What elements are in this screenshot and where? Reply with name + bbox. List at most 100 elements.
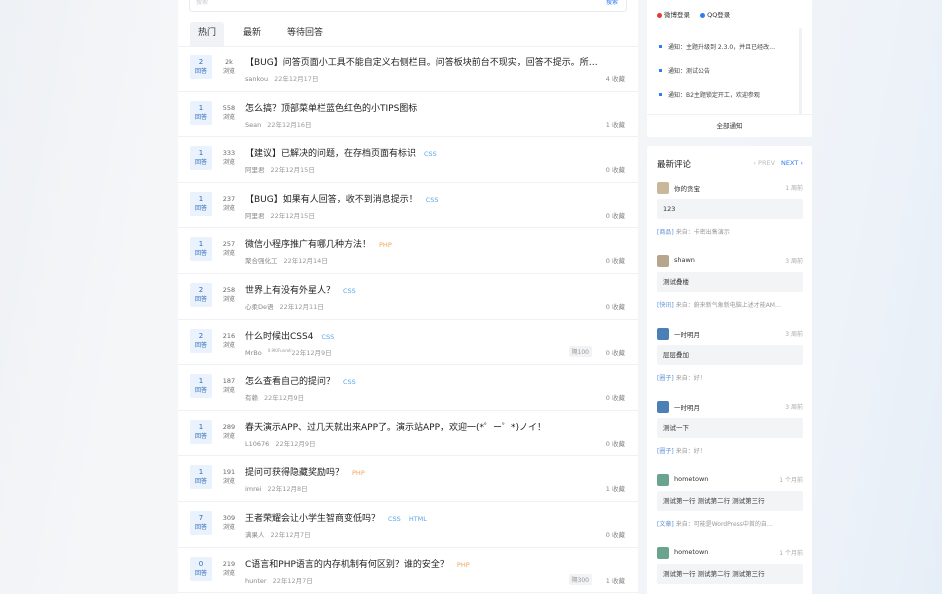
notice-scrollbar[interactable] [799,28,802,114]
comment-text[interactable]: 123 [657,199,803,219]
avatar[interactable] [657,474,669,486]
author-name[interactable]: imrei [245,485,261,493]
favorite-count[interactable]: 0 收藏 [606,529,625,539]
question-title[interactable]: 春天演示APP、过几天就出来APP了。演示站APP，欢迎一(*゜ー゜*)ノイ！ [245,423,546,433]
author-name[interactable]: 满果人 [245,531,265,539]
comment-text[interactable]: 测试一下 [657,418,803,438]
question-row[interactable]: 1 回答 333 浏览 【建议】已解决的问题，在存档页面有标识 CSS 阿里君 22年12月1… [178,137,638,183]
next-button[interactable]: NEXT › [781,159,803,167]
weibo-login-link[interactable]: 微博登录 [657,11,692,19]
question-row[interactable]: 1 回答 187 浏览 怎么查看自己的提问？ CSS 有赖 22年12月9日 0 收藏 [178,365,638,411]
favorite-count[interactable]: 0 收藏 [606,438,625,448]
commenter-name[interactable]: 你的贪宝 [674,183,700,193]
avatar[interactable] [657,255,669,267]
question-row[interactable]: 2 回答 216 浏览 什么时候出CSS4 CSS MrBo 0.9K/Funroll22年1… [178,320,638,366]
author-name[interactable]: 心柔De语 [245,303,274,311]
notice-item[interactable]: 通知：B2主题锁定开工，欢迎参观 [659,90,795,99]
comment-source[interactable]: [圈子] 来自：好！ [657,373,803,382]
question-row[interactable]: 2 回答 2k 浏览 【BUG】问答页面小工具不能自定义右侧栏目。问答板块前台不现实，回… [178,46,638,92]
notice-item[interactable]: 通知：测试公告 [659,66,795,75]
comment-source[interactable]: [圈子] 来自：好！ [657,446,803,455]
question-title[interactable]: 世界上有没有外星人？ [245,286,335,296]
commenter-name[interactable]: hometown [674,548,708,556]
question-title[interactable]: 【BUG】问答页面小工具不能自定义右侧栏目。问答板块前台不现实，回答不提示。所… [245,58,598,68]
favorite-count[interactable]: 0 收藏 [606,255,625,265]
comment-source[interactable]: [快讯] 来自：蔚来新气象新电脑上述才能AM… [657,300,803,309]
avatar[interactable] [657,328,669,340]
tab-hot[interactable]: 热门 [190,22,225,46]
favorite-count[interactable]: 0 收藏 [606,392,625,402]
question-tag[interactable]: HTML [409,515,427,523]
question-row[interactable]: 0 回答 219 浏览 C语言和PHP语言的内存机制有何区别？谁的安全？ PHP hunte… [178,548,638,594]
commenter-name[interactable]: hometown [674,475,708,483]
author-name[interactable]: 聚合强化工 [245,257,278,265]
question-date: 22年12月9日 [291,348,332,357]
avatar[interactable] [657,182,669,194]
avatar[interactable] [657,401,669,413]
favorite-count[interactable]: 0 收藏 [606,301,625,311]
favorite-count[interactable]: 1 收藏 [606,575,625,585]
favorite-count[interactable]: 0 收藏 [606,210,625,220]
question-tag[interactable]: CSS [426,196,439,204]
question-title[interactable]: 怎么搞？顶部菜单栏蓝色红色的小TIPS图标 [245,104,417,114]
author-name[interactable]: 阿里君 [245,212,265,220]
tab-waiting[interactable]: 等待回答 [279,22,331,46]
search-button[interactable]: 搜索 [606,0,618,6]
author-name[interactable]: L10676 [245,440,269,448]
comment-text[interactable]: 测试叠楼 [657,272,803,292]
question-tag[interactable]: CSS [321,333,334,341]
favorite-count[interactable]: 0 收藏 [606,347,625,357]
question-row[interactable]: 1 回答 237 浏览 【BUG】如果有人回答，收不到消息提示！ CSS 阿里君 22年12月… [178,183,638,229]
question-title[interactable]: 怎么查看自己的提问？ [245,377,335,387]
all-notices-link[interactable]: 全部通知 [647,114,812,138]
question-tag[interactable]: CSS [388,515,401,523]
question-title[interactable]: 王者荣耀会让小学生智商变低吗？ [245,514,380,524]
view-count-box: 219 浏览 [218,557,240,581]
question-row[interactable]: 1 回答 257 浏览 微信小程序推广有哪几种方法！ PHP 聚合强化工 22年12月14日 0… [178,228,638,274]
question-tag[interactable]: PHP [457,561,470,569]
bullet-icon [659,93,662,96]
favorite-count[interactable]: 1 收藏 [606,119,625,129]
favorite-count[interactable]: 4 收藏 [606,73,625,83]
question-tag[interactable]: PHP [379,241,392,249]
comment-text[interactable]: 测试第一行 测试第二行 测试第三行 [657,564,803,584]
answer-count: 1 [198,422,204,431]
author-name[interactable]: hunter [245,577,267,585]
commenter-name[interactable]: shawn [674,256,695,264]
question-title[interactable]: 提问可获得隐藏奖励吗？ [245,468,344,478]
comment-text[interactable]: 层层叠加 [657,345,803,365]
qq-login-link[interactable]: QQ登录 [700,11,730,19]
commenter-name[interactable]: 一时明月 [674,402,700,412]
commenter-name[interactable]: 一时明月 [674,329,700,339]
author-name[interactable]: sankou [245,75,268,83]
question-tag[interactable]: CSS [343,378,356,386]
author-name[interactable]: Sean [245,121,261,129]
question-tag[interactable]: CSS [343,287,356,295]
comment-source[interactable]: [文章] 来自：可能是WordPress中首的自… [657,519,803,528]
question-row[interactable]: 2 回答 258 浏览 世界上有没有外星人？ CSS 心柔De语 22年12月11日 0 收藏 [178,274,638,320]
author-name[interactable]: MrBo [245,349,262,357]
question-row[interactable]: 1 回答 289 浏览 春天演示APP、过几天就出来APP了。演示站APP，欢迎一(*゜… [178,411,638,457]
comment-source[interactable]: [商品] 来自：卡密出售演示 [657,227,803,236]
question-row[interactable]: 7 回答 309 浏览 王者荣耀会让小学生智商变低吗？ CSS HTML 满果人 22年12月7… [178,502,638,548]
question-row[interactable]: 1 回答 191 浏览 提问可获得隐藏奖励吗？ PHP imrei 22年12月8日 1 收藏 [178,456,638,502]
question-tag[interactable]: CSS [424,150,437,158]
search-input[interactable]: 搜索 搜索 [189,0,627,12]
question-title[interactable]: 微信小程序推广有哪几种方法！ [245,240,371,250]
avatar[interactable] [657,547,669,559]
question-list-panel: 搜索 搜索 热门 最新 等待回答 2 回答 2k 浏览 【BUG】问答页面小工具不能自定… [178,0,638,594]
question-title[interactable]: C语言和PHP语言的内存机制有何区别？谁的安全？ [245,560,449,570]
comment-text[interactable]: 测试第一行 测试第二行 测试第三行 [657,491,803,511]
question-title[interactable]: 【BUG】如果有人回答，收不到消息提示！ [245,195,418,205]
question-title[interactable]: 什么时候出CSS4 [245,332,313,342]
notice-item[interactable]: 通知：主题升级到 2.3.0，并且已经改… [659,42,795,51]
question-title[interactable]: 【建议】已解决的问题，在存档页面有标识 [245,149,416,159]
question-row[interactable]: 1 回答 558 浏览 怎么搞？顶部菜单栏蓝色红色的小TIPS图标 Sean 22年12月1… [178,92,638,138]
favorite-count[interactable]: 1 收藏 [606,483,625,493]
question-tag[interactable]: PHP [352,469,365,477]
author-name[interactable]: 有赖 [245,394,258,402]
favorite-count[interactable]: 0 收藏 [606,164,625,174]
author-name[interactable]: 阿里君 [245,166,265,174]
prev-button[interactable]: ‹ PREV [753,159,775,167]
tab-latest[interactable]: 最新 [235,22,269,46]
